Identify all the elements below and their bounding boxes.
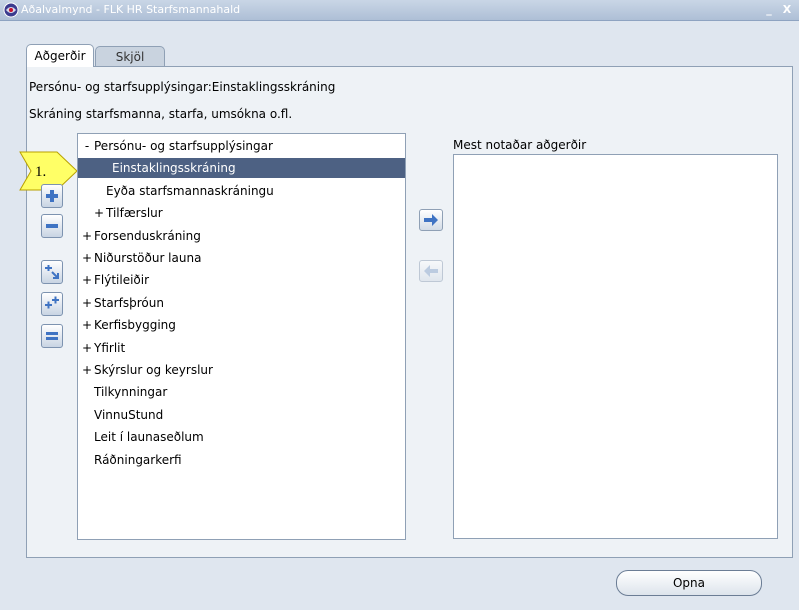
tree-item[interactable]: + Yfirlit	[78, 338, 125, 358]
add-to-favorites-button[interactable]	[419, 209, 443, 231]
tree-item-label: Tilfærslur	[106, 206, 163, 221]
minimize-button[interactable]: _	[762, 3, 776, 17]
plus-icon	[46, 190, 58, 202]
tree-item[interactable]: + Skýrslur og keyrslur	[78, 360, 213, 380]
function-tree[interactable]: - Persónu- og starfsupplýsingar Einstaklin…	[77, 133, 406, 540]
tree-item[interactable]: + Forsenduskráning	[78, 226, 201, 246]
tab-skjol[interactable]: Skjöl	[95, 46, 165, 67]
tree-item-label: Flýtileiðir	[94, 273, 150, 288]
expand-toggle[interactable]: +	[80, 315, 94, 335]
tree-item[interactable]: Einstaklingsskráning	[78, 158, 405, 179]
tree-item-label: Ráðningarkerfi	[94, 452, 182, 467]
title-bar: Aðalvalmynd - FLK HR Starfsmannahald _ X	[0, 0, 799, 21]
collapse-toggle[interactable]: -	[80, 136, 94, 156]
tree-item[interactable]: Eyða starfsmannaskráningu	[78, 181, 274, 201]
focus-button[interactable]	[41, 260, 63, 284]
tree-item-label: Niðurstöður launa	[94, 251, 202, 265]
expand-toggle[interactable]: +	[80, 293, 94, 313]
expand-toggle[interactable]: +	[92, 203, 106, 223]
arrow-left-icon	[424, 265, 438, 277]
tree-item-label: Forsenduskráning	[94, 228, 201, 243]
focus-plus-arrow-icon	[45, 265, 59, 279]
arrow-right-icon	[424, 214, 438, 226]
tree-item[interactable]: VinnuStund	[78, 405, 163, 425]
tree-item-label: Tilkynningar	[94, 385, 168, 400]
minus-icon	[46, 224, 58, 228]
collapse-button[interactable]	[41, 214, 63, 238]
expand-toggle[interactable]: +	[80, 360, 94, 380]
tree-item-label: VinnuStund	[94, 407, 164, 422]
tree-item-label: Skýrslur og keyrslur	[94, 363, 213, 377]
expand-all-button[interactable]	[41, 292, 63, 316]
oracle-globe-icon[interactable]	[3, 2, 19, 18]
tree-item[interactable]: Ráðningarkerfi	[78, 450, 182, 470]
selected-description-text: Skráning starfsmanna, starfa, umsókna o.…	[29, 107, 293, 121]
expand-toggle[interactable]: +	[80, 270, 94, 290]
tree-item-label: Einstaklingsskráning	[112, 161, 236, 176]
collapse-all-icon	[46, 332, 58, 340]
tree-item[interactable]: + Kerfisbygging	[78, 315, 176, 335]
tree-item-label: Leit í launaseðlum	[94, 430, 204, 445]
tree-item[interactable]: + Flýtileiðir	[78, 270, 149, 290]
tree-item[interactable]: + Niðurstöður launa	[78, 248, 201, 268]
expand-toggle[interactable]: +	[80, 248, 94, 268]
tree-item[interactable]: - Persónu- og starfsupplýsingar	[78, 136, 273, 156]
favorites-list[interactable]	[453, 154, 778, 539]
remove-from-favorites-button[interactable]	[419, 260, 443, 282]
tree-item-label: Eyða starfsmannaskráningu	[106, 183, 274, 198]
step-callout-text: 1.	[35, 164, 46, 180]
tree-item[interactable]: + Tilfærslur	[78, 203, 163, 223]
expand-toggle[interactable]: +	[80, 338, 94, 358]
expand-all-icon	[45, 296, 59, 309]
expand-toggle[interactable]: +	[80, 226, 94, 246]
tab-adgerdir[interactable]: Aðgerðir	[26, 44, 94, 67]
tree-item-label: Starfsþróun	[94, 295, 164, 310]
expand-button[interactable]	[41, 184, 63, 208]
favorites-label: Mest notaðar aðgerðir	[453, 138, 587, 152]
tree-item[interactable]: + Starfsþróun	[78, 293, 164, 313]
open-button[interactable]: Opna	[616, 570, 762, 596]
close-button[interactable]: X	[780, 3, 794, 17]
tree-item[interactable]: Leit í launaseðlum	[78, 427, 204, 447]
tree-item[interactable]: Tilkynningar	[78, 382, 167, 402]
tree-item-label: Persónu- og starfsupplýsingar	[94, 139, 273, 153]
collapse-all-button[interactable]	[41, 324, 63, 348]
window-title: Aðalvalmynd - FLK HR Starfsmannahald	[21, 3, 241, 16]
tree-item-label: Kerfisbygging	[94, 318, 176, 333]
selected-path-text: Persónu- og starfsupplýsingar:Einstaklin…	[29, 80, 336, 94]
tree-item-label: Yfirlit	[94, 340, 126, 355]
